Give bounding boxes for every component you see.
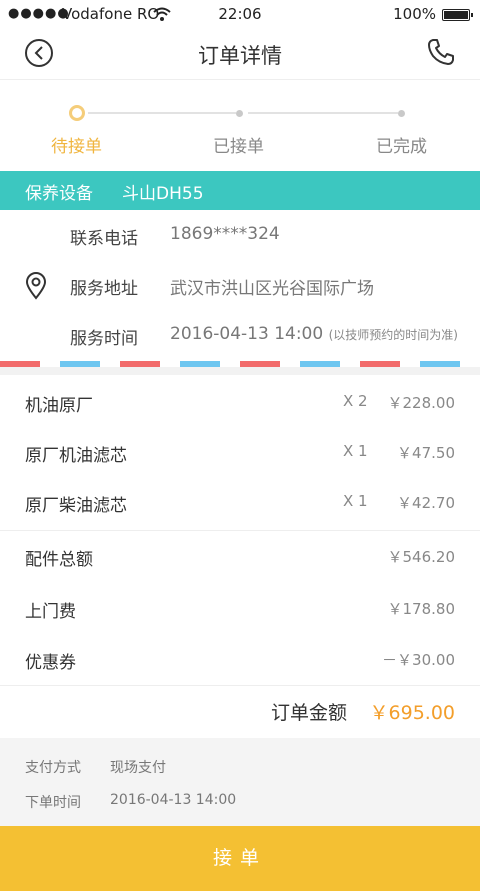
service-time-note: (以技师预约的时间为准) xyxy=(328,328,458,342)
location-pin-icon xyxy=(25,272,47,300)
service-time-value: 2016-04-13 14:00 (以技师预约的时间为准) xyxy=(170,324,458,344)
service-address-value: 武汉市洪山区光谷国际广场 xyxy=(170,279,374,299)
step-dot xyxy=(236,110,243,117)
fee-row: 上门费 ￥178.80 xyxy=(0,583,480,633)
step-dot-active xyxy=(69,105,85,121)
order-total-label: 订单金额 xyxy=(270,702,347,724)
item-qty: X 1 xyxy=(343,442,368,460)
contact-phone-label: 联系电话 xyxy=(70,229,138,249)
order-time-label: 下单时间 xyxy=(25,795,81,811)
battery-icon xyxy=(442,9,473,21)
step-dot xyxy=(398,110,405,117)
service-address-label: 服务地址 xyxy=(70,279,138,299)
section-gap xyxy=(0,367,480,375)
item-name: 原厂机油滤芯 xyxy=(25,446,127,466)
fee-name: 上门费 xyxy=(25,602,76,622)
nav-bar: 订单详情 xyxy=(0,30,480,80)
page-title: 订单详情 xyxy=(198,44,282,68)
step-completed: 已完成 xyxy=(376,137,427,157)
service-time-label: 服务时间 xyxy=(70,329,138,349)
step-pending: 待接单 xyxy=(51,137,102,157)
payment-method-label: 支付方式 xyxy=(25,760,81,776)
battery-percent: 100% xyxy=(393,5,436,23)
fee-price: ￥178.80 xyxy=(387,600,456,618)
line-item: 原厂机油滤芯 X 1 ￥47.50 xyxy=(0,427,480,477)
item-name: 原厂柴油滤芯 xyxy=(25,496,127,516)
payment-info: 支付方式 现场支付 下单时间 2016-04-13 14:00 xyxy=(0,738,480,826)
line-item: 机油原厂 X 2 ￥228.00 xyxy=(0,377,480,427)
contact-phone-row: 联系电话 1869****324 xyxy=(0,211,480,261)
item-price: ￥42.70 xyxy=(397,494,455,512)
accept-order-button[interactable]: 接单 xyxy=(0,826,480,891)
fee-name: 优惠券 xyxy=(25,653,76,673)
device-value: 斗山DH55 xyxy=(122,184,204,204)
progress-line xyxy=(88,112,236,114)
payment-method-value: 现场支付 xyxy=(110,760,166,776)
service-time-row: 服务时间 2016-04-13 14:00 (以技师预约的时间为准) xyxy=(0,311,480,361)
status-bar: ●●●●● Vodafone RO 22:06 100% xyxy=(0,0,480,30)
item-name: 机油原厂 xyxy=(25,396,93,416)
order-time-value: 2016-04-13 14:00 xyxy=(110,792,237,808)
item-price: ￥228.00 xyxy=(387,394,456,412)
order-total-row: 订单金额 ￥695.00 xyxy=(0,686,480,738)
fee-row: 优惠券 －￥30.00 xyxy=(0,634,480,684)
line-item: 原厂柴油滤芯 X 1 ￥42.70 xyxy=(0,477,480,527)
item-price: ￥47.50 xyxy=(397,444,455,462)
progress-line xyxy=(248,112,398,114)
service-time-text: 2016-04-13 14:00 xyxy=(170,324,324,344)
item-qty: X 1 xyxy=(343,492,368,510)
step-accepted: 已接单 xyxy=(213,137,264,157)
order-total-value: ￥695.00 xyxy=(369,702,455,724)
fee-row: 配件总额 ￥546.20 xyxy=(0,531,480,581)
service-address-row: 服务地址 武汉市洪山区光谷国际广场 xyxy=(0,261,480,311)
fee-price: －￥30.00 xyxy=(382,651,455,669)
contact-phone-value: 1869****324 xyxy=(170,224,280,244)
fee-price: ￥546.20 xyxy=(387,548,456,566)
item-qty: X 2 xyxy=(343,392,368,410)
device-banner: 保养设备 斗山DH55 xyxy=(0,171,480,210)
order-progress: 待接单 已接单 已完成 xyxy=(0,80,480,170)
device-label: 保养设备 xyxy=(25,184,93,204)
phone-icon[interactable] xyxy=(426,37,456,67)
fee-name: 配件总额 xyxy=(25,550,93,570)
